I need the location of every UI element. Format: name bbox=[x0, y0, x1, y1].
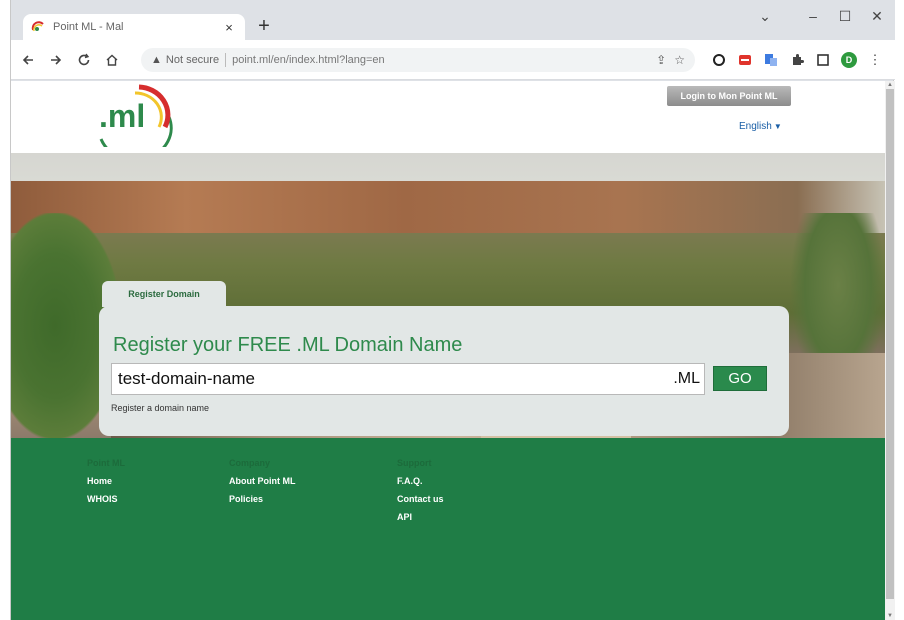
site-favicon-icon bbox=[31, 20, 45, 34]
tld-label: .ML bbox=[673, 370, 700, 387]
tab-search-icon[interactable]: ⌄ bbox=[755, 8, 775, 25]
scroll-up-icon[interactable]: ▲ bbox=[885, 81, 895, 89]
footer-column-support: Support F.A.Q. Contact us API bbox=[397, 454, 444, 526]
footer-heading: Support bbox=[397, 458, 432, 468]
footer-heading: Point ML bbox=[87, 458, 125, 468]
warning-icon[interactable]: ▲ bbox=[151, 54, 162, 66]
footer-column-company: Company About Point ML Policies bbox=[229, 454, 295, 508]
divider bbox=[225, 53, 227, 67]
site-footer: Point ML Home WHOIS Company About Point … bbox=[11, 438, 885, 620]
arrow-right-icon bbox=[51, 54, 62, 65]
sidebar-icon[interactable] bbox=[815, 52, 831, 68]
register-title: Register your FREE .ML Domain Name bbox=[113, 334, 463, 356]
tab-title: Point ML - Mal bbox=[53, 21, 124, 33]
page-viewport: .ml Login to Mon Point ML English ▼ Regi… bbox=[11, 81, 895, 620]
browser-tab[interactable]: Point ML - Mal × bbox=[23, 14, 245, 40]
share-icon[interactable]: ⇪ bbox=[656, 53, 666, 67]
site-header: .ml Login to Mon Point ML English ▼ bbox=[11, 81, 885, 162]
reload-icon bbox=[78, 53, 90, 65]
scroll-down-icon[interactable]: ▼ bbox=[885, 612, 895, 620]
point-ml-logo[interactable]: .ml bbox=[95, 83, 175, 162]
back-button[interactable] bbox=[17, 49, 39, 71]
address-bar[interactable]: ▲ Not secure point.ml/en/index.html?lang… bbox=[141, 48, 695, 72]
browser-window: Point ML - Mal × + ⌄ – ☐ ✕ ▲ Not secure … bbox=[10, 0, 895, 620]
login-button[interactable]: Login to Mon Point ML bbox=[667, 86, 791, 106]
go-button[interactable]: GO bbox=[713, 366, 767, 391]
footer-link-about[interactable]: About Point ML bbox=[229, 472, 295, 490]
not-secure-label[interactable]: Not secure bbox=[166, 54, 219, 66]
footer-link-contact[interactable]: Contact us bbox=[397, 490, 444, 508]
menu-icon[interactable]: ⋮ bbox=[867, 52, 883, 68]
home-button[interactable] bbox=[101, 49, 123, 71]
tab-close-icon[interactable]: × bbox=[221, 20, 237, 35]
cliff-background bbox=[11, 181, 885, 233]
puzzle-icon[interactable] bbox=[789, 52, 805, 68]
new-tab-button[interactable]: + bbox=[253, 16, 275, 36]
browser-toolbar: ▲ Not secure point.ml/en/index.html?lang… bbox=[11, 40, 895, 80]
domain-search-input[interactable] bbox=[112, 369, 674, 389]
maximize-button[interactable]: ☐ bbox=[835, 8, 855, 25]
register-domain-panel: Register your FREE .ML Domain Name .ML G… bbox=[99, 306, 789, 436]
forward-button[interactable] bbox=[45, 49, 67, 71]
footer-column-point-ml: Point ML Home WHOIS bbox=[87, 454, 125, 508]
reload-button[interactable] bbox=[73, 49, 95, 71]
footer-link-api[interactable]: API bbox=[397, 508, 444, 526]
footer-link-whois[interactable]: WHOIS bbox=[87, 490, 125, 508]
tab-strip: Point ML - Mal × + ⌄ – ☐ ✕ bbox=[11, 0, 895, 40]
scrollbar-thumb[interactable] bbox=[886, 89, 894, 599]
tab-register-domain[interactable]: Register Domain bbox=[102, 281, 226, 307]
chevron-down-icon: ▼ bbox=[773, 122, 782, 131]
hero-banner: Register Domain Register your FREE .ML D… bbox=[11, 153, 885, 439]
opera-icon[interactable] bbox=[711, 52, 727, 68]
language-selector[interactable]: English ▼ bbox=[739, 121, 782, 132]
blue-extension-icon[interactable] bbox=[763, 52, 779, 68]
language-label: English bbox=[739, 121, 772, 132]
footer-link-policies[interactable]: Policies bbox=[229, 490, 295, 508]
footer-heading: Company bbox=[229, 458, 271, 468]
profile-icon[interactable]: D bbox=[841, 52, 857, 68]
close-window-button[interactable]: ✕ bbox=[867, 8, 887, 25]
register-subtext: Register a domain name bbox=[111, 403, 210, 413]
arrow-left-icon bbox=[22, 54, 33, 65]
logo-text: .ml bbox=[99, 98, 145, 134]
url-text[interactable]: point.ml/en/index.html?lang=en bbox=[232, 54, 648, 66]
vertical-scrollbar[interactable]: ▲ ▼ bbox=[885, 81, 895, 620]
red-extension-icon[interactable] bbox=[737, 52, 753, 68]
footer-link-home[interactable]: Home bbox=[87, 472, 125, 490]
minimize-button[interactable]: – bbox=[803, 8, 823, 24]
domain-field[interactable]: .ML bbox=[111, 363, 705, 395]
star-icon[interactable]: ☆ bbox=[674, 53, 685, 67]
home-icon bbox=[106, 54, 118, 66]
footer-link-faq[interactable]: F.A.Q. bbox=[397, 472, 444, 490]
